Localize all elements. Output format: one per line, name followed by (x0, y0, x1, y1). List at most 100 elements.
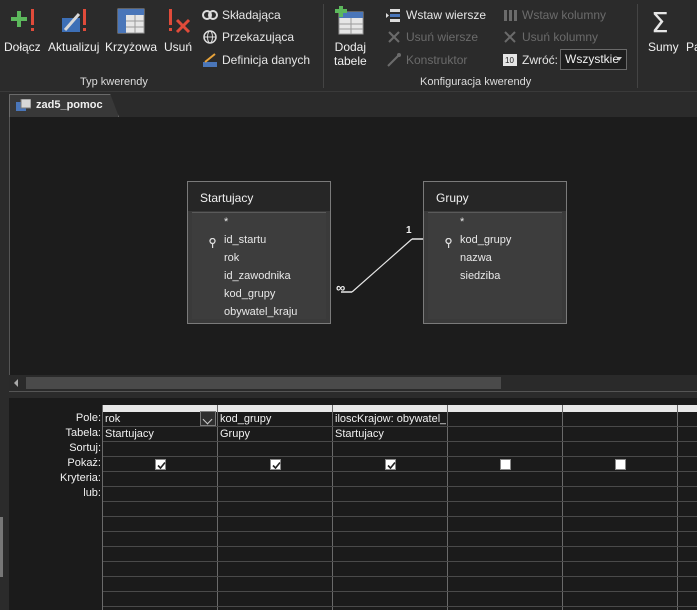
return-label-group: 10 Zwróć: (502, 52, 558, 68)
passthrough-query-button[interactable]: Przekazująca (202, 29, 294, 45)
crosstab-grid-icon (116, 6, 146, 36)
insert-rows-icon (386, 7, 402, 23)
crosstab-query-button[interactable]: Krzyżowa (105, 6, 157, 54)
table-grupy[interactable]: Grupy * kod_grupy nazwa siedziba (423, 181, 567, 324)
grid-row-line (103, 561, 697, 562)
delete-label: Usuń (163, 40, 192, 54)
table-title[interactable]: Startujacy (188, 182, 330, 211)
table-startujacy[interactable]: Startujacy * id_startu rok id_zawodnika … (187, 181, 331, 324)
add-tables-button[interactable]: Dodaj tabele (334, 5, 367, 68)
union-query-button[interactable]: Składająca (202, 7, 281, 23)
chevron-down-icon (616, 57, 622, 61)
field-list[interactable]: * kod_grupy nazwa siedziba (428, 212, 562, 319)
table-cell[interactable]: Startujacy (335, 428, 384, 440)
return-dropdown-value: Wszystkie (565, 52, 619, 66)
table-title[interactable]: Grupy (424, 182, 566, 211)
column-selector[interactable] (448, 405, 562, 412)
insert-rows-button[interactable]: Wstaw wiersze (386, 7, 486, 23)
chevron-down-icon[interactable] (200, 411, 216, 426)
document-tab-bar: zad5_pomoc (0, 92, 697, 117)
field-cell[interactable]: iloscKrajow: obywatel_kraju (335, 413, 446, 425)
insert-columns-button[interactable]: Wstaw kolumny (502, 7, 606, 23)
field-item[interactable]: id_zawodnika (224, 270, 291, 282)
field-item[interactable]: * (224, 216, 228, 228)
tab-zad5-pomoc[interactable]: zad5_pomoc (9, 94, 119, 117)
grid-row-line (103, 531, 697, 532)
field-item[interactable]: siedziba (460, 270, 500, 282)
grid-row-line (103, 576, 697, 577)
update-query-button[interactable]: Aktualizuj (48, 6, 99, 54)
field-list[interactable]: * id_startu rok id_zawodnika kod_grupy o… (192, 212, 326, 319)
grid-row-line (103, 456, 697, 457)
svg-text:10: 10 (505, 56, 514, 65)
scroll-left-icon[interactable] (14, 379, 18, 387)
query-type-group-label: Typ kwerendy (80, 76, 148, 88)
append-icon (7, 6, 37, 36)
add-tables-label-1: Dodaj (334, 40, 367, 54)
builder-wand-icon (386, 52, 402, 68)
column-selector[interactable] (563, 405, 677, 412)
globe-icon (202, 29, 218, 45)
field-item[interactable]: * (460, 216, 464, 228)
parameters-label: Pa (686, 40, 697, 54)
field-item[interactable]: obywatel_kraju (224, 306, 297, 318)
delete-query-button[interactable]: Usuń (163, 6, 193, 54)
field-cell[interactable]: rok (105, 413, 200, 425)
sigma-icon: Σ (648, 6, 678, 39)
delete-rows-button[interactable]: Usuń wiersze (386, 29, 478, 45)
tab-label: zad5_pomoc (36, 99, 103, 111)
insert-columns-label: Wstaw kolumny (522, 8, 607, 22)
column-selector[interactable] (333, 405, 447, 412)
grid-column[interactable] (677, 405, 697, 610)
show-checkbox[interactable] (500, 459, 511, 470)
design-horizontal-scrollbar[interactable] (9, 375, 697, 391)
union-rings-icon (202, 7, 218, 23)
crosstab-label: Krzyżowa (105, 40, 158, 54)
parameters-button[interactable]: Pa (686, 6, 697, 54)
append-query-button[interactable]: Dołącz (4, 6, 41, 54)
show-checkbox[interactable] (615, 459, 626, 470)
scroll-thumb[interactable] (26, 377, 501, 389)
grid-row-line (103, 471, 697, 472)
show-checkbox[interactable] (155, 459, 166, 470)
field-cell[interactable]: kod_grupy (220, 413, 330, 425)
field-item[interactable]: nazwa (460, 252, 492, 264)
query-design-grid: Pole: Tabela: Sortuj: Pokaż: Kryteria: l… (9, 398, 697, 610)
grid-column[interactable] (562, 405, 677, 610)
table-cell[interactable]: Grupy (220, 428, 250, 440)
field-item[interactable]: id_startu (224, 234, 266, 246)
access-window: { "ribbon": { "query_type_group_label": … (0, 0, 697, 610)
data-definition-label: Definicja danych (222, 53, 311, 67)
builder-button[interactable]: Konstruktor (386, 52, 467, 68)
query-design-pane[interactable]: ∞ 1 Startujacy * id_startu rok id_zawodn… (9, 117, 697, 375)
insert-rows-label: Wstaw wiersze (406, 8, 487, 22)
field-item[interactable]: kod_grupy (224, 288, 275, 300)
return-dropdown[interactable]: Wszystkie (560, 49, 627, 70)
field-item[interactable]: rok (224, 252, 239, 264)
key-icon (445, 235, 452, 248)
grid-row-line (103, 516, 697, 517)
show-checkbox[interactable] (385, 459, 396, 470)
delete-rows-label: Usuń wiersze (406, 30, 479, 44)
query-icon (16, 98, 32, 112)
field-item[interactable]: kod_grupy (460, 234, 511, 246)
config-group-label: Konfiguracja kwerendy (420, 76, 532, 88)
table-cell[interactable]: Startujacy (105, 428, 154, 440)
data-definition-button[interactable]: Definicja danych (202, 52, 310, 68)
return-label: Zwróć: (522, 53, 558, 67)
grid-column[interactable] (447, 405, 562, 610)
nav-marker (0, 517, 3, 577)
column-selector[interactable] (218, 405, 332, 412)
navigation-pane-edge[interactable] (0, 117, 9, 610)
delete-x-icon (163, 6, 193, 36)
insert-columns-icon (502, 7, 518, 23)
delete-columns-icon (502, 29, 518, 45)
passthrough-label: Przekazująca (222, 30, 295, 44)
row-label-show: Pokaż: (67, 457, 101, 469)
return-icon: 10 (502, 52, 518, 68)
pane-splitter[interactable] (9, 391, 697, 398)
show-checkbox[interactable] (270, 459, 281, 470)
totals-button[interactable]: Σ Sumy (648, 6, 679, 54)
column-selector[interactable] (678, 405, 697, 412)
delete-columns-button[interactable]: Usuń kolumny (502, 29, 598, 45)
